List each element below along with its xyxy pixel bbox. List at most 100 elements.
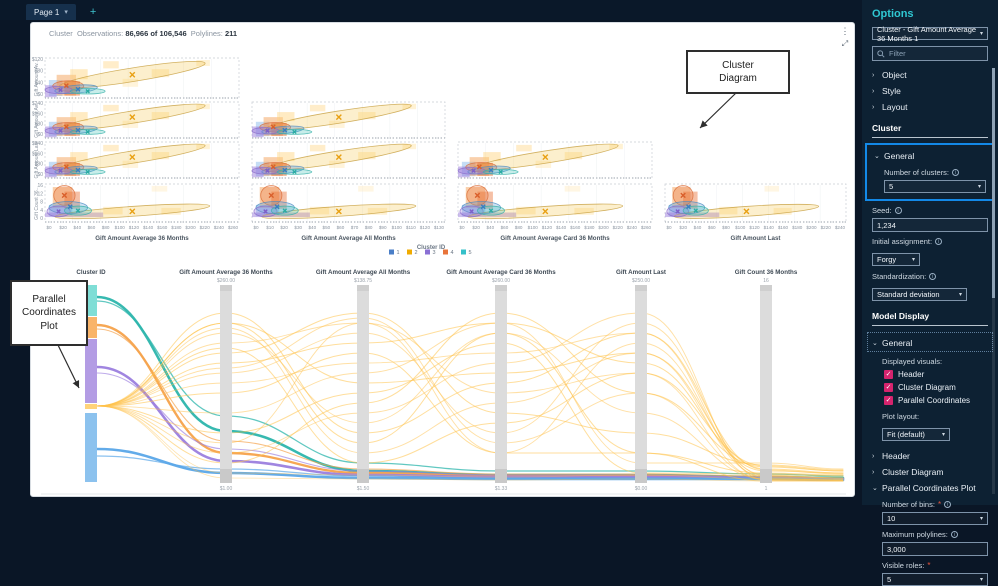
svg-text:Gift Amount Average All Months: Gift Amount Average All Months [301,235,396,242]
general-expander[interactable]: ⌄ General [874,149,986,163]
maximum-polylines-input[interactable]: 3,000 [882,542,988,556]
sidebar-section-layout[interactable]: › Layout [872,100,988,114]
plot-layout-value: Fit (default) [887,430,925,439]
general-expander[interactable]: ⌄ General [872,336,988,350]
svg-text:$0: $0 [459,225,465,230]
plot-layout-dropdown[interactable]: Fit (default) ▾ [882,428,950,441]
svg-text:$40: $40 [486,225,494,230]
splom-cell[interactable] [44,100,240,139]
checkbox-checked-icon[interactable]: ✓ [884,383,893,392]
svg-text:$200: $200 [185,225,196,230]
svg-text:$160: $160 [157,225,168,230]
annotation-parallel-coordinates: Parallel Coordinates Plot [10,280,88,346]
info-icon[interactable]: i [950,531,958,538]
svg-text:1: 1 [765,486,768,492]
initial-assignment-value: Forgy [877,255,897,264]
splom-cell[interactable] [44,140,240,179]
svg-text:$220: $220 [200,225,211,230]
checkbox-checked-icon[interactable]: ✓ [884,396,893,405]
tab-bar: Page 1 ▾ + [0,0,998,20]
options-panel: Options Cluster - Gift Amount Average 36… [862,0,998,586]
info-icon[interactable]: i [952,169,960,176]
number-of-bins-dropdown[interactable]: 10 ▾ [882,512,988,525]
filter-input[interactable]: Filter [872,46,988,61]
pc-axis[interactable] [220,285,232,483]
svg-text:8: 8 [40,200,43,206]
checkbox-header[interactable]: ✓ Header [884,370,988,379]
legend-swatch[interactable] [461,249,466,255]
checkbox-parallel-coordinates[interactable]: ✓ Parallel Coordinates [884,396,988,405]
svg-text:$60: $60 [501,225,509,230]
maximum-polylines-label: Maximum polylines: [882,530,948,539]
sidebar-section-object[interactable]: › Object [872,68,988,82]
seed-input[interactable]: 1,234 [872,218,988,232]
cluster-diagram-section-label: Cluster Diagram [882,467,944,477]
svg-text:$80: $80 [102,225,110,230]
splom-cell[interactable] [457,183,653,223]
splom-cell[interactable] [44,183,240,223]
sidebar-section-style[interactable]: › Style [872,84,988,98]
annotation-text: Cluster [722,59,754,71]
svg-text:$20: $20 [679,225,687,230]
checkbox-cluster-diagram[interactable]: ✓ Cluster Diagram [884,383,988,392]
header-section-expander[interactable]: › Header [872,449,988,463]
add-page-button[interactable]: + [86,4,100,20]
tab-page-1[interactable]: Page 1 ▾ [26,4,76,20]
chevron-down-icon: ▾ [911,257,915,263]
cluster-diagram-section-expander[interactable]: › Cluster Diagram [872,465,988,479]
standardization-dropdown[interactable]: Standard deviation ▾ [872,288,967,301]
annotation-text: Parallel [32,293,66,305]
info-icon[interactable]: i [935,238,943,245]
pc-axis[interactable] [635,285,647,483]
pc-axis[interactable] [760,285,772,483]
required-asterisk: * [927,561,931,570]
svg-text:1: 1 [396,250,399,256]
svg-text:Gift Amount Average All Months: Gift Amount Average All Months [316,269,411,276]
info-icon[interactable]: i [929,273,937,280]
chevron-right-icon: › [872,87,875,95]
pc-axis[interactable] [357,285,369,483]
plot-layout-label: Plot layout: [882,412,920,421]
chevron-down-icon: ▾ [979,31,983,37]
splom-cell[interactable] [251,140,446,179]
svg-text:Gift Amount Last: Gift Amount Last [731,235,781,242]
svg-text:$60: $60 [88,225,96,230]
visible-roles-dropdown[interactable]: 5 ▾ [882,573,988,586]
chevron-right-icon: › [872,71,875,79]
svg-text:$140: $140 [764,225,775,230]
initial-assignment-label: Initial assignment: [872,237,933,246]
info-icon[interactable]: i [894,207,902,214]
splom-cell[interactable] [251,100,446,139]
search-icon [877,49,885,58]
number-of-clusters-dropdown[interactable]: 5 ▾ [884,180,986,193]
legend-swatch[interactable] [389,249,394,255]
number-of-bins-value: 10 [887,514,896,523]
object-selector-value: Cluster - Gift Amount Average 36 Months … [877,24,977,43]
svg-text:Gift Amount Average 36 Months: Gift Amount Average 36 Months [95,235,189,242]
svg-text:Gift Count 36...: Gift Count 36... [34,186,40,220]
svg-text:$1.50: $1.50 [357,486,370,492]
checkbox-checked-icon[interactable]: ✓ [884,370,893,379]
pcp-section-expander[interactable]: ⌄ Parallel Coordinates Plot [872,481,988,495]
svg-text:$120: $120 [542,225,553,230]
legend-swatch[interactable] [425,249,430,255]
splom-cell[interactable] [251,183,446,223]
svg-text:Gift Amount Av..: Gift Amount Av.. [34,102,40,137]
legend-swatch[interactable] [407,249,412,255]
svg-text:$200: $200 [806,225,817,230]
svg-text:$250.00: $250.00 [632,278,650,284]
tab-caret-icon[interactable]: ▾ [64,8,68,16]
svg-text:$100: $100 [528,225,539,230]
legend-swatch[interactable] [443,249,448,255]
svg-text:$40: $40 [308,225,316,230]
svg-text:$120: $120 [749,225,760,230]
pc-axis[interactable] [495,285,507,483]
splom-cell[interactable] [457,140,653,179]
object-selector-dropdown[interactable]: Cluster - Gift Amount Average 36 Months … [872,24,988,43]
initial-assignment-dropdown[interactable]: Forgy ▾ [872,253,920,266]
panel-scrollbar[interactable] [992,68,995,494]
splom-cell[interactable] [664,183,847,223]
splom-cell[interactable] [44,57,240,99]
svg-text:$240: $240 [627,225,638,230]
svg-text:Gift Amount Av...: Gift Amount Av... [34,60,40,97]
